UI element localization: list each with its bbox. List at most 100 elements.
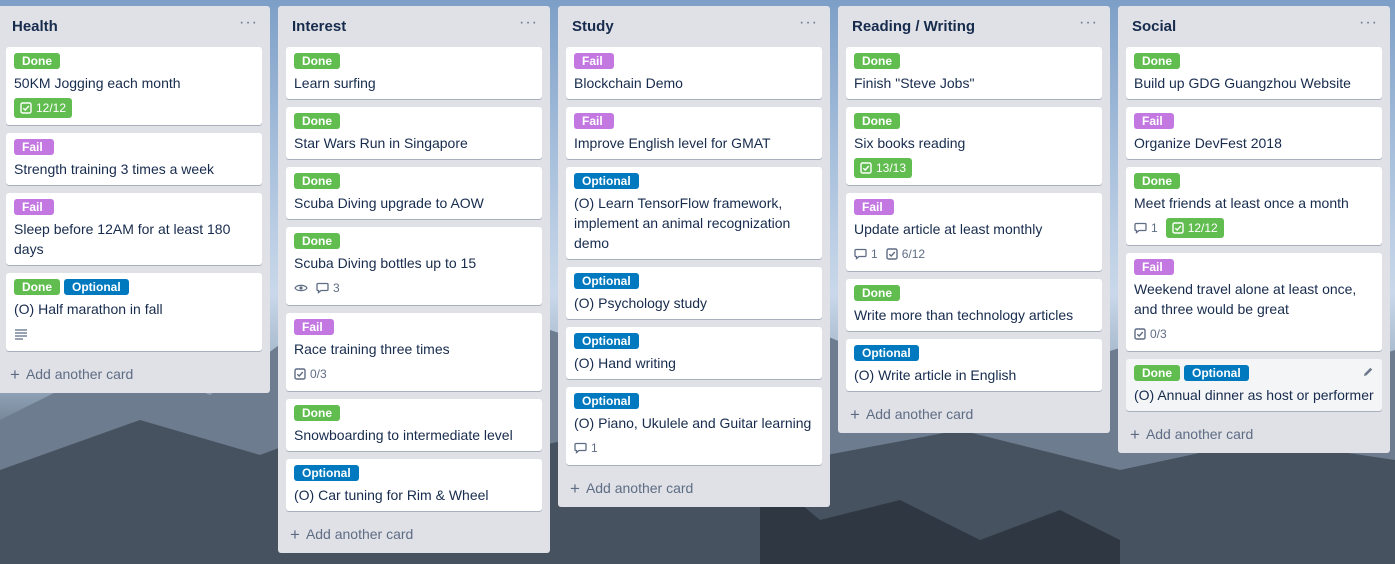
card-badges: 1 6/12: [854, 243, 1094, 265]
card-six-books-reading[interactable]: Done Six books reading 13/13: [846, 107, 1102, 185]
card-o-write-article-in-english[interactable]: Optional (O) Write article in English: [846, 339, 1102, 391]
checklist-icon: [1171, 222, 1184, 234]
card-sleep-before-12am-for-at-least-180-days[interactable]: Fail Sleep before 12AM for at least 180 d…: [6, 193, 262, 265]
label-fail: Fail: [1134, 113, 1174, 129]
card-labels: Fail: [574, 113, 814, 129]
card-o-car-tuning-for-rim-wheel[interactable]: Optional (O) Car tuning for Rim & Wheel: [286, 459, 542, 511]
card-o-annual-dinner-as-host-or-performer[interactable]: Done Optional (O) Annual dinner as host or…: [1126, 359, 1382, 411]
label-fail: Fail: [14, 199, 54, 215]
add-card-button[interactable]: + Add another card: [6, 359, 262, 389]
card-title: (O) Hand writing: [574, 355, 676, 371]
add-card-label: Add another card: [865, 406, 974, 422]
card-title: Scuba Diving upgrade to AOW: [294, 195, 484, 211]
plus-icon: +: [850, 404, 860, 424]
card-o-piano-ukulele-and-guitar-learning[interactable]: Optional (O) Piano, Ukulele and Guitar le…: [566, 387, 822, 465]
label-optional: Optional: [574, 333, 639, 349]
label-optional: Optional: [574, 173, 639, 189]
label-done: Done: [854, 285, 900, 301]
label-optional: Optional: [574, 273, 639, 289]
comments-badge: 1: [574, 438, 598, 458]
label-done: Done: [294, 113, 340, 129]
label-fail: Fail: [854, 199, 894, 215]
checklist-count: 12/12: [36, 101, 67, 115]
card-blockchain-demo[interactable]: Fail Blockchain Demo: [566, 47, 822, 99]
checklist-count: 12/12: [1187, 221, 1218, 235]
label-done: Done: [294, 233, 340, 249]
card-scuba-diving-bottles-up-to-15[interactable]: Done Scuba Diving bottles up to 15 3: [286, 227, 542, 305]
add-card-button[interactable]: + Add another card: [846, 399, 1102, 429]
list-title[interactable]: Reading / Writing: [852, 18, 975, 35]
card-scuba-diving-upgrade-to-aow[interactable]: Done Scuba Diving upgrade to AOW: [286, 167, 542, 219]
label-optional: Optional: [294, 465, 359, 481]
label-fail: Fail: [1134, 259, 1174, 275]
card-title: 50KM Jogging each month: [14, 75, 181, 91]
card-title: Learn surfing: [294, 75, 376, 91]
card-update-article-at-least-monthly[interactable]: Fail Update article at least monthly 1 6/12: [846, 193, 1102, 271]
card-strength-training-3-times-a-week[interactable]: Fail Strength training 3 times a week: [6, 133, 262, 185]
label-done: Done: [294, 405, 340, 421]
card-title: (O) Annual dinner as host or performer: [1134, 387, 1374, 403]
list-title[interactable]: Interest: [292, 18, 346, 35]
label-optional: Optional: [574, 393, 639, 409]
add-card-label: Add another card: [25, 366, 134, 382]
checklist-badge: 0/3: [294, 364, 327, 384]
list-menu-icon[interactable]: ···: [1359, 14, 1378, 36]
card-title: (O) Car tuning for Rim & Wheel: [294, 487, 489, 503]
card-labels: Fail: [1134, 259, 1374, 275]
checklist-icon: [885, 248, 898, 260]
card-snowboarding-to-intermediate-level[interactable]: Done Snowboarding to intermediate level: [286, 399, 542, 451]
card-o-learn-tensorflow-framework-implement-a[interactable]: Optional (O) Learn TensorFlow framework, …: [566, 167, 822, 259]
card-title: Finish "Steve Jobs": [854, 75, 975, 91]
card-labels: Fail: [14, 139, 254, 155]
card-meet-friends-at-least-once-a-month[interactable]: Done Meet friends at least once a month 1 1…: [1126, 167, 1382, 245]
card-50km-jogging-each-month[interactable]: Done 50KM Jogging each month 12/12: [6, 47, 262, 125]
checklist-badge: 0/3: [1134, 324, 1167, 344]
add-card-button[interactable]: + Add another card: [286, 519, 542, 549]
comments-count: 3: [333, 281, 340, 295]
card-improve-english-level-for-gmat[interactable]: Fail Improve English level for GMAT: [566, 107, 822, 159]
list-title[interactable]: Study: [572, 18, 614, 35]
card-labels: Optional: [574, 393, 814, 409]
card-finish-steve-jobs[interactable]: Done Finish "Steve Jobs": [846, 47, 1102, 99]
comment-icon: [574, 442, 587, 454]
card-labels: Done: [294, 53, 534, 69]
card-labels: Optional: [574, 173, 814, 189]
card-organize-devfest-2018[interactable]: Fail Organize DevFest 2018: [1126, 107, 1382, 159]
list-menu-icon[interactable]: ···: [239, 14, 258, 36]
comments-count: 1: [1151, 221, 1158, 235]
add-card-button[interactable]: + Add another card: [1126, 419, 1382, 449]
list-menu-icon[interactable]: ···: [1079, 14, 1098, 36]
card-learn-surfing[interactable]: Done Learn surfing: [286, 47, 542, 99]
list-menu-icon[interactable]: ···: [799, 14, 818, 36]
card-title: Build up GDG Guangzhou Website: [1134, 75, 1351, 91]
edit-pencil-icon[interactable]: [1362, 365, 1374, 383]
card-weekend-travel-alone-at-least-once-and-t[interactable]: Fail Weekend travel alone at least once, …: [1126, 253, 1382, 351]
list-title[interactable]: Social: [1132, 18, 1176, 35]
list-menu-icon[interactable]: ···: [519, 14, 538, 36]
card-build-up-gdg-guangzhou-website[interactable]: Done Build up GDG Guangzhou Website: [1126, 47, 1382, 99]
label-done: Done: [14, 279, 60, 295]
label-done: Done: [294, 173, 340, 189]
add-card-button[interactable]: + Add another card: [566, 473, 822, 503]
comments-count: 1: [871, 247, 878, 261]
card-title: Improve English level for GMAT: [574, 135, 771, 151]
card-title: Sleep before 12AM for at least 180 days: [14, 221, 231, 257]
card-race-training-three-times[interactable]: Fail Race training three times 0/3: [286, 313, 542, 391]
checklist-badge: 12/12: [1165, 218, 1224, 238]
card-labels: Optional: [294, 465, 534, 481]
card-title: (O) Learn TensorFlow framework, implemen…: [574, 195, 791, 251]
plus-icon: +: [290, 524, 300, 544]
card-o-psychology-study[interactable]: Optional (O) Psychology study: [566, 267, 822, 319]
list-header: Reading / Writing ···: [846, 6, 1102, 47]
card-title: (O) Psychology study: [574, 295, 708, 311]
card-write-more-than-technology-articles[interactable]: Done Write more than technology articles: [846, 279, 1102, 331]
label-optional: Optional: [1184, 365, 1249, 381]
card-o-half-marathon-in-fall[interactable]: Done Optional (O) Half marathon in fall: [6, 273, 262, 351]
card-title: Scuba Diving bottles up to 15: [294, 255, 477, 271]
card-labels: Fail: [14, 199, 254, 215]
list-title[interactable]: Health: [12, 18, 58, 35]
card-o-hand-writing[interactable]: Optional (O) Hand writing: [566, 327, 822, 379]
checklist-badge: 12/12: [14, 98, 73, 118]
list-header: Interest ···: [286, 6, 542, 47]
card-star-wars-run-in-singapore[interactable]: Done Star Wars Run in Singapore: [286, 107, 542, 159]
